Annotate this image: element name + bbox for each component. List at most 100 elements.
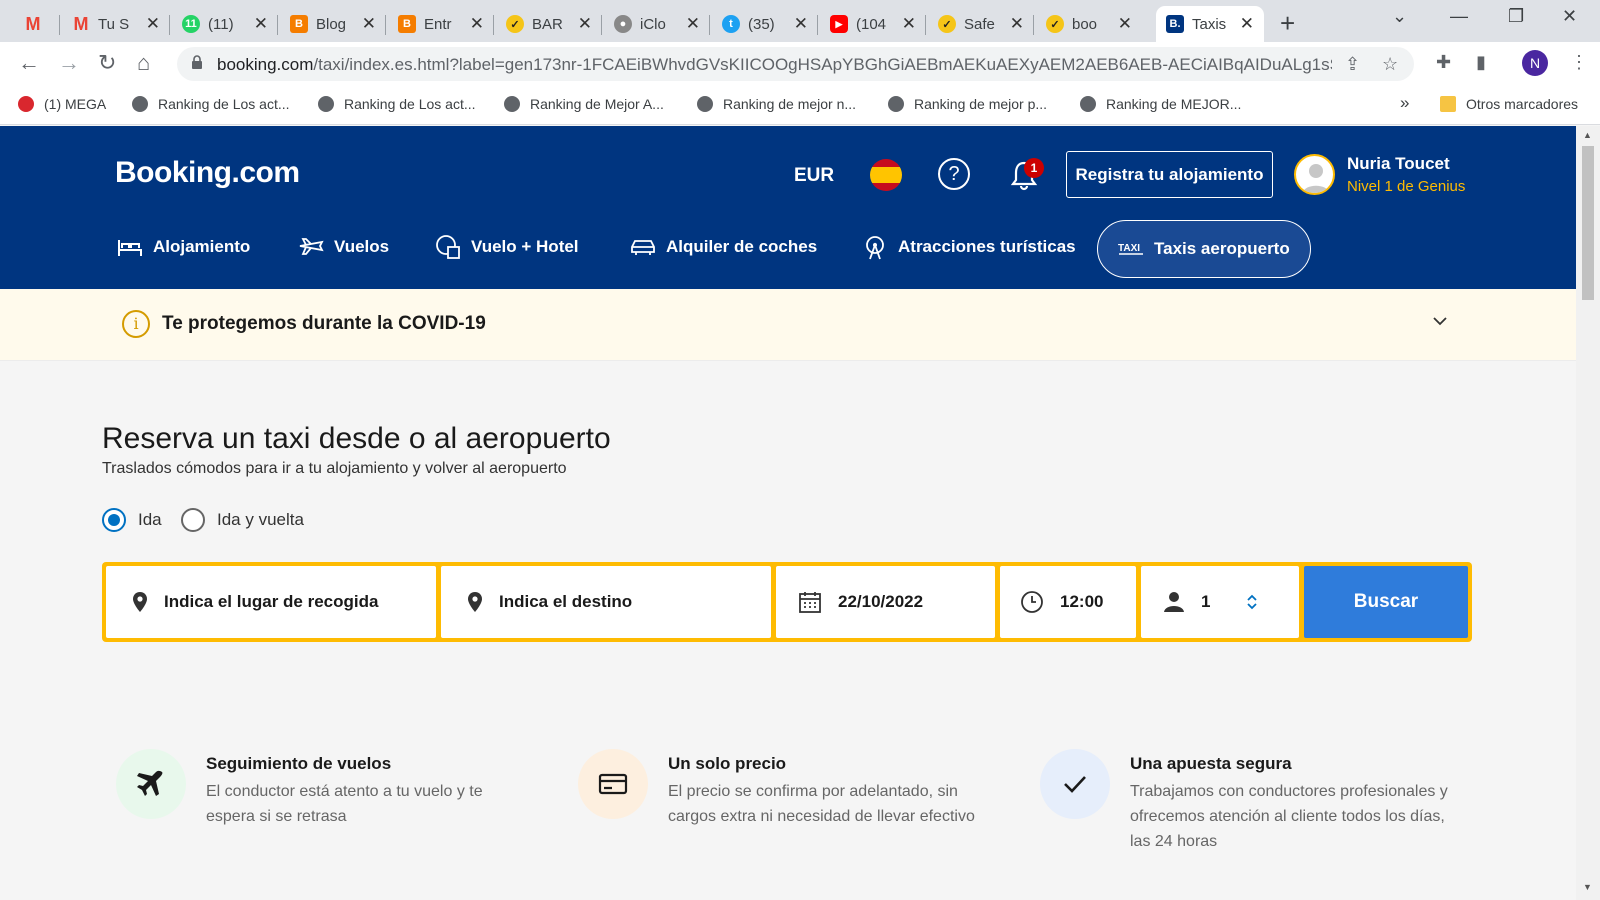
bookmarks-overflow[interactable]: » (1400, 93, 1409, 113)
pickup-placeholder: Indica el lugar de recogida (164, 592, 379, 611)
feature-description: Trabajamos con conductores profesionales… (1130, 783, 1448, 850)
browser-tab[interactable]: ● iClo ✕ (604, 6, 710, 42)
bookmark-item[interactable]: Ranking de mejor p... (888, 96, 1047, 112)
browser-tab-label: Safe (964, 15, 995, 33)
pickup-field[interactable]: Indica el lugar de recogida (106, 566, 436, 638)
user-name[interactable]: Nuria Toucet (1347, 154, 1450, 174)
register-property-button[interactable]: Registra tu alojamiento (1066, 151, 1273, 198)
radio-one-way[interactable]: Ida (102, 508, 162, 532)
address-bar[interactable]: booking.com/taxi/index.es.html?label=gen… (177, 47, 1414, 81)
radio-circle (181, 508, 205, 532)
stepper-icon[interactable] (1245, 592, 1259, 612)
nav-alojamiento[interactable]: Alojamiento (117, 230, 250, 264)
time-value: 12:00 (1060, 592, 1104, 611)
browser-tab[interactable]: B Entr ✕ (388, 6, 494, 42)
other-bookmarks[interactable]: Otros marcadores (1440, 96, 1578, 112)
browser-tab[interactable]: ▶ (104 ✕ (820, 6, 926, 42)
close-icon[interactable]: ✕ (254, 14, 268, 34)
bookmark-item[interactable]: (1) MEGA (18, 96, 106, 112)
reload-icon[interactable]: ↻ (98, 50, 116, 76)
bookmark-item[interactable]: Ranking de Los act... (318, 96, 476, 112)
menu-icon[interactable]: ⋮ (1570, 52, 1588, 73)
bookmark-item[interactable]: Ranking de mejor n... (697, 96, 856, 112)
close-icon[interactable]: ✕ (1118, 14, 1132, 34)
nav-atracciones[interactable]: Atracciones turísticas (862, 230, 1076, 264)
destination-field[interactable]: Indica el destino (441, 566, 771, 638)
maximize-icon[interactable]: ❐ (1508, 6, 1524, 27)
feature-title: Una apuesta segura (1130, 754, 1292, 773)
browser-tab[interactable]: M (14, 6, 60, 42)
close-icon[interactable]: ✕ (902, 14, 916, 34)
genius-level: Nivel 1 de Genius (1347, 178, 1466, 195)
nav-vuelo-hotel[interactable]: Vuelo + Hotel (435, 230, 579, 264)
date-field[interactable]: 22/10/2022 (776, 566, 995, 638)
passengers-field[interactable]: 1 (1141, 566, 1299, 638)
check-icon: ✓ (506, 15, 524, 33)
browser-tab[interactable]: 11 (11) ✕ (172, 6, 278, 42)
gmail-icon: M (73, 13, 89, 34)
covid-banner[interactable]: i Te protegemos durante la COVID-19 (0, 289, 1576, 361)
help-icon[interactable]: ? (938, 158, 970, 190)
radio-circle (102, 508, 126, 532)
bookmark-item[interactable]: Ranking de Mejor A... (504, 96, 664, 112)
new-tab-icon[interactable]: + (1280, 8, 1295, 39)
home-icon[interactable]: ⌂ (137, 50, 150, 76)
close-icon[interactable]: ✕ (470, 14, 484, 34)
radio-label: Ida (138, 510, 162, 529)
gmail-icon: M (25, 13, 41, 34)
scrollbar-thumb[interactable] (1582, 146, 1594, 300)
nav-label: Alquiler de coches (666, 237, 818, 256)
nav-taxis-aeropuerto[interactable]: TAXI Taxis aeropuerto (1097, 220, 1311, 278)
bookmark-label: Ranking de mejor p... (914, 96, 1048, 112)
radio-round-trip[interactable]: Ida y vuelta (181, 508, 304, 532)
extensions-icon[interactable]: ✚ (1436, 52, 1451, 73)
other-bookmarks-label: Otros marcadores (1466, 96, 1579, 112)
close-icon[interactable]: ✕ (1240, 14, 1254, 34)
window-close-icon[interactable]: ✕ (1562, 6, 1577, 27)
nav-vuelos[interactable]: Vuelos (298, 230, 389, 264)
browser-tab[interactable]: ✓ boo ✕ (1036, 6, 1142, 42)
tab-search-icon[interactable]: ⌄ (1392, 6, 1407, 27)
browser-tab[interactable]: B Blog ✕ (280, 6, 386, 42)
globe-icon (132, 96, 148, 112)
browser-tab-label: Entr (424, 15, 452, 33)
browser-tab[interactable]: M Tu S ✕ (62, 6, 170, 42)
close-icon[interactable]: ✕ (686, 14, 700, 34)
browser-tab[interactable]: ✓ BAR ✕ (496, 6, 602, 42)
close-icon[interactable]: ✕ (146, 14, 160, 34)
search-button[interactable]: Buscar (1304, 566, 1468, 638)
chevron-down-icon[interactable] (1432, 313, 1448, 329)
time-field[interactable]: 12:00 (1000, 566, 1136, 638)
nav-alquiler-coches[interactable]: Alquiler de coches (630, 230, 817, 264)
browser-tab-label: Tu S (98, 15, 130, 33)
side-panel-icon[interactable]: ▮ (1476, 52, 1486, 73)
minimize-icon[interactable]: — (1450, 6, 1468, 27)
browser-tab[interactable]: t (35) ✕ (712, 6, 818, 42)
avatar[interactable] (1294, 154, 1335, 195)
location-pin-icon (468, 592, 482, 612)
spain-flag-icon[interactable] (870, 159, 902, 191)
close-icon[interactable]: ✕ (794, 14, 808, 34)
currency-selector[interactable]: EUR (794, 165, 834, 187)
bookmark-item[interactable]: Ranking de MEJOR... (1080, 96, 1241, 112)
profile-avatar[interactable]: N (1522, 50, 1548, 76)
svg-text:TAXI: TAXI (1118, 243, 1140, 254)
back-icon[interactable]: ← (18, 50, 40, 76)
star-icon[interactable]: ☆ (1382, 54, 1398, 75)
user-icon (1302, 164, 1330, 193)
bed-icon (118, 240, 142, 256)
scroll-down-icon[interactable]: ▼ (1583, 882, 1592, 892)
forward-icon[interactable]: → (58, 50, 80, 76)
share-icon[interactable]: ⇪ (1345, 54, 1360, 75)
page-scrollbar[interactable]: ▲ ▼ (1576, 126, 1600, 900)
browser-tab-active[interactable]: B. Taxis ✕ (1156, 6, 1264, 42)
close-icon[interactable]: ✕ (578, 14, 592, 34)
close-icon[interactable]: ✕ (362, 14, 376, 34)
browser-tab[interactable]: ✓ Safe ✕ (928, 6, 1034, 42)
bookmark-label: Ranking de Mejor A... (530, 96, 664, 112)
bookmark-item[interactable]: Ranking de Los act... (132, 96, 290, 112)
plane-icon (299, 238, 324, 255)
close-icon[interactable]: ✕ (1010, 14, 1024, 34)
scroll-up-icon[interactable]: ▲ (1583, 130, 1592, 140)
booking-logo[interactable]: Booking.com (115, 156, 300, 190)
